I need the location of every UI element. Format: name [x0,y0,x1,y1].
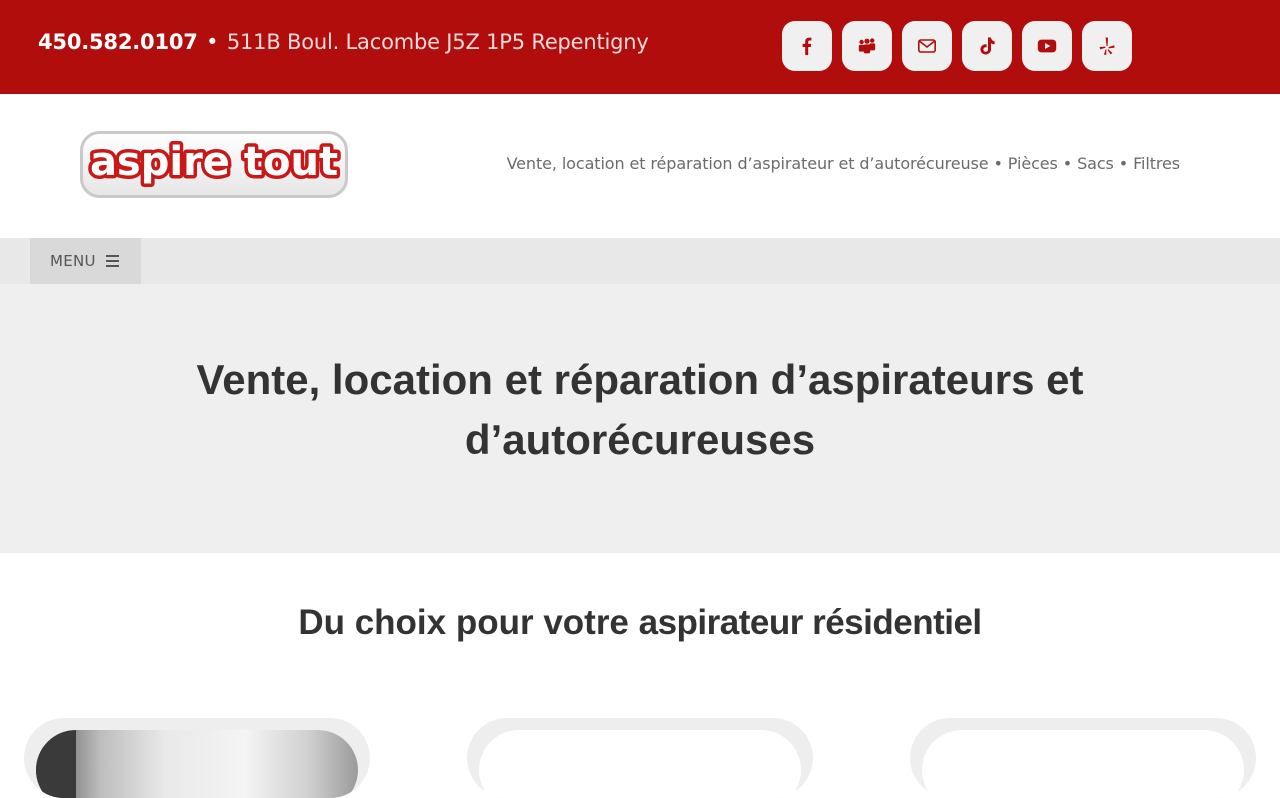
site-header: aspire tout aspire tout Vente, location … [0,94,1280,238]
product-photo [36,730,358,798]
site-logo[interactable]: aspire tout aspire tout [80,131,348,198]
mail-icon [917,39,936,53]
myspace-icon [858,38,876,54]
social-links [782,21,1132,71]
facebook-button[interactable] [782,21,832,71]
product-card[interactable] [24,718,370,798]
facebook-icon [802,37,812,55]
header-tagline: Vente, location et réparation d’aspirate… [506,154,1181,173]
section-title-emphasis: aspirateur résidentiel [638,603,983,642]
youtube-button[interactable] [1022,21,1072,71]
main-nav: MENU [0,238,1280,284]
tiktok-button[interactable] [962,21,1012,71]
myspace-button[interactable] [842,21,892,71]
hamburger-icon [105,255,119,267]
address: 511B Boul. Lacombe J5Z 1P5 Repentigny [226,30,649,54]
contact-separator: • [206,30,219,54]
mail-button[interactable] [902,21,952,71]
logo-text: aspire tout [90,139,338,185]
contact-info: 450.582.0107 • 511B Boul. Lacombe J5Z 1P… [38,30,649,54]
product-image-frame [36,730,358,798]
menu-label: MENU [50,252,96,270]
yelp-button[interactable] [1082,21,1132,71]
hero-banner: Vente, location et réparation d’aspirate… [0,284,1280,553]
product-card[interactable] [467,718,813,798]
top-bar: 450.582.0107 • 511B Boul. Lacombe J5Z 1P… [0,0,1280,94]
product-card[interactable] [910,718,1256,798]
section-title-prefix: Du choix pour votre [298,603,639,642]
product-image-frame [922,730,1244,798]
product-image-frame [479,730,801,798]
hero-title: Vente, location et réparation d’aspirate… [196,356,1084,463]
menu-button[interactable]: MENU [30,238,141,284]
yelp-icon [1099,37,1115,55]
tiktok-icon [980,37,995,55]
section-title: Du choix pour votre aspirateur résidenti… [0,603,1280,643]
youtube-icon [1037,39,1057,53]
phone-number[interactable]: 450.582.0107 [38,30,198,54]
